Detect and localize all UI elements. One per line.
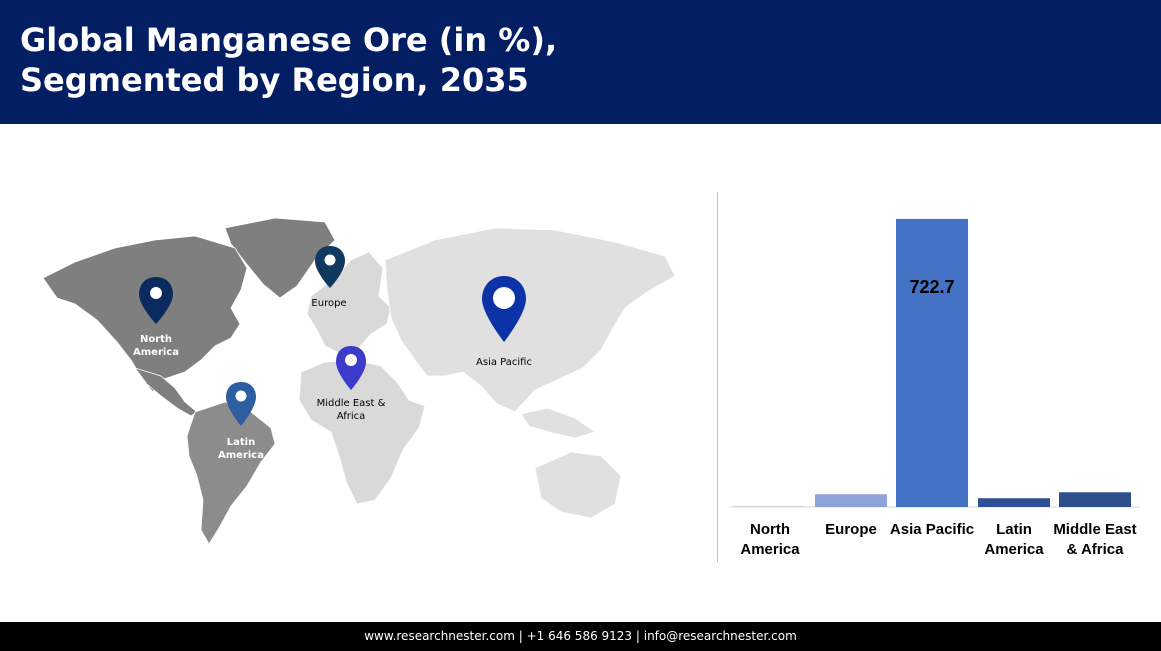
x-tick-label: Latin <box>996 521 1032 538</box>
x-tick-label: America <box>984 541 1044 558</box>
north-america-shape <box>42 235 248 393</box>
pin-label-north-america-2: America <box>133 347 179 358</box>
pin-dot <box>324 254 336 266</box>
bar-north-america <box>734 505 806 507</box>
header-banner: Global Manganese Ore (in %), Segmented b… <box>0 0 1161 124</box>
latin-america-shape <box>186 401 276 545</box>
panel-divider <box>717 192 718 562</box>
southeast-asia-shape <box>520 407 596 439</box>
pin-label-north-america-1: North <box>140 334 172 345</box>
africa-shape <box>298 359 426 505</box>
pin-label-middle-east-africa-2: Africa <box>337 411 366 422</box>
pin-dot <box>493 287 515 309</box>
australia-shape <box>534 451 622 519</box>
pin-label-latin-america-2: America <box>218 450 264 461</box>
x-tick-label: America <box>740 541 800 558</box>
page-title: Global Manganese Ore (in %), Segmented b… <box>20 20 920 100</box>
pin-label-latin-america-1: Latin <box>227 437 255 448</box>
world-map: North America Europe Asia Pacific Middle… <box>42 217 676 545</box>
bar-chart: North America Europe 722.7 Asia Pacific Latin… <box>730 218 1140 558</box>
footer-bar: www.researchnester.com | +1 646 586 9123… <box>0 622 1161 651</box>
x-tick-label: Middle East <box>1053 521 1136 538</box>
data-label: 722.7 <box>909 277 954 297</box>
footer-contact-text: www.researchnester.com | +1 646 586 9123… <box>364 629 797 643</box>
pin-dot <box>345 354 357 366</box>
x-tick-label: & Africa <box>1067 541 1125 558</box>
x-tick-label: Asia Pacific <box>890 521 974 538</box>
pin-label-europe: Europe <box>311 298 346 309</box>
pin-dot <box>235 390 247 402</box>
pin-dot <box>150 287 162 299</box>
bar-europe <box>815 494 887 507</box>
title-line-2: Segmented by Region, 2035 <box>20 61 529 99</box>
bar-middle-east-africa <box>1059 492 1131 507</box>
x-tick-label: Europe <box>825 521 877 538</box>
title-line-1: Global Manganese Ore (in %), <box>20 21 558 59</box>
continents <box>42 217 676 545</box>
pin-label-asia-pacific: Asia Pacific <box>476 357 532 368</box>
pin-label-middle-east-africa-1: Middle East & <box>317 398 386 409</box>
asia-shape <box>384 227 676 413</box>
bar-asia-pacific <box>896 218 968 507</box>
x-tick-label: North <box>750 521 790 538</box>
bar-latin-america <box>978 498 1050 507</box>
